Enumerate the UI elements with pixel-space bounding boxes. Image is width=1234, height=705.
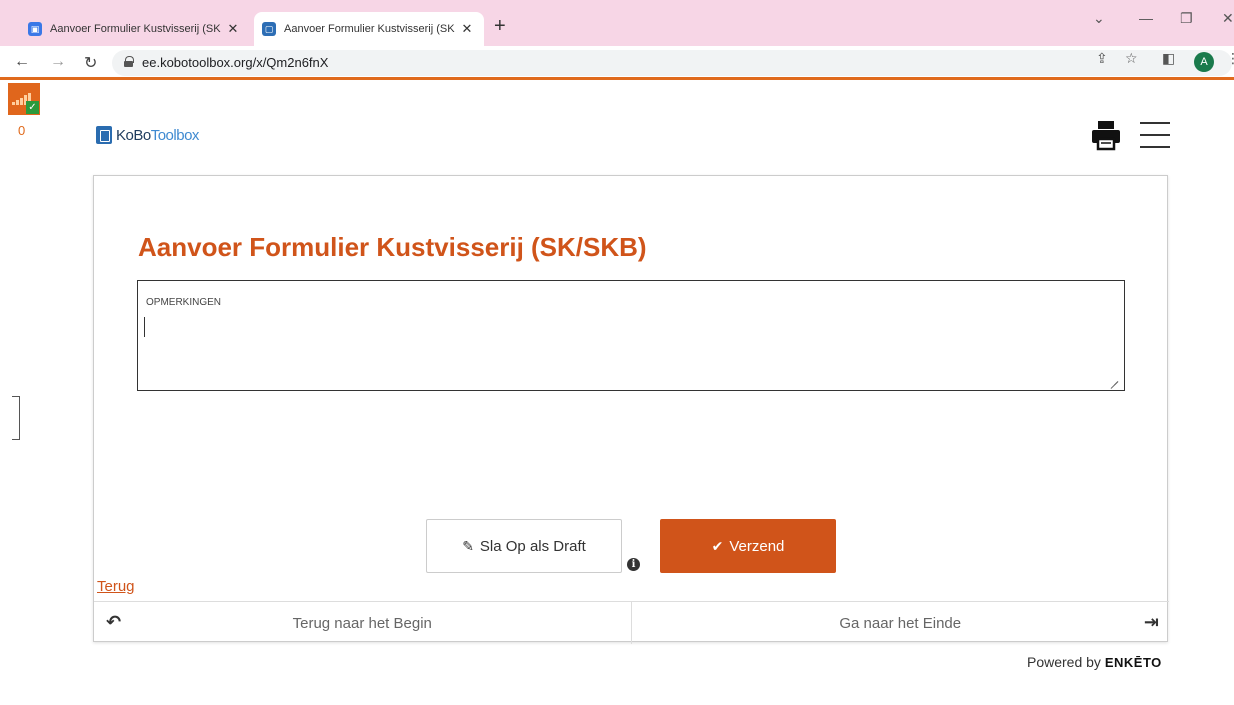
profile-avatar[interactable]: A — [1194, 52, 1214, 72]
nav-last-label: Ga naar het Einde — [839, 614, 962, 632]
submit-label: Verzend — [729, 537, 785, 555]
form-title: Aanvoer Formulier Kustvisserij (SK/SKB) — [138, 232, 647, 262]
powered-by: Powered by ENKĒTO — [1027, 654, 1162, 670]
arrow-to-end-icon: ⇥ — [1143, 612, 1159, 632]
browser-tab-active[interactable]: ▢ Aanvoer Formulier Kustvisserij (SK ✕ — [254, 12, 484, 46]
submit-button[interactable]: ✔ Verzend — [660, 519, 836, 573]
nav-first-label: Terug naar het Begin — [292, 614, 432, 632]
pencil-icon: ✎ — [462, 537, 474, 554]
reload-icon[interactable]: ↻ — [84, 53, 97, 73]
logo-text-kobo: KoBo — [116, 126, 151, 144]
tab-title: Aanvoer Formulier Kustvisserij (SK — [284, 23, 455, 35]
undo-arrow-icon: ↶ — [106, 612, 122, 632]
powered-by-text: Powered by — [1027, 654, 1101, 670]
share-icon[interactable]: ⇪ — [1096, 50, 1108, 67]
check-icon: ✔ — [711, 537, 724, 554]
tab-title: Aanvoer Formulier Kustvisserij (SK — [50, 23, 221, 35]
print-icon[interactable] — [1090, 119, 1122, 151]
new-tab-button[interactable]: + — [494, 14, 506, 38]
tab-close-icon[interactable]: ✕ — [224, 21, 242, 37]
minimize-icon[interactable]: — — [1139, 10, 1153, 26]
kobo-logo: KoBo Toolbox — [96, 126, 199, 144]
back-icon[interactable]: ← — [14, 53, 30, 71]
text-caret — [144, 317, 145, 337]
restore-icon[interactable]: ❐ — [1180, 10, 1193, 27]
kobo-logo-icon — [96, 126, 112, 144]
menu-hamburger-icon[interactable] — [1140, 122, 1170, 148]
question-label: OPMERKINGEN — [146, 297, 222, 308]
back-link[interactable]: Terug — [97, 578, 135, 595]
url-field[interactable]: ee.kobotoolbox.org/x/Qm2n6fnX — [112, 50, 1232, 76]
logo-text-toolbox: Toolbox — [150, 126, 200, 144]
form-footer-nav: ↶ Terug naar het Begin Ga naar het Einde… — [94, 601, 1170, 644]
nav-first-button[interactable]: ↶ Terug naar het Begin — [94, 602, 632, 644]
tab-close-icon[interactable]: ✕ — [458, 21, 476, 37]
save-draft-label: Sla Op als Draft — [479, 537, 586, 555]
address-bar: ← → ↻ ee.kobotoolbox.org/x/Qm2n6fnX ⇪ ☆ … — [0, 46, 1234, 80]
favicon-icon: ▢ — [262, 22, 276, 36]
queue-counter: 0 — [18, 123, 26, 138]
resize-grip-icon[interactable] — [1110, 374, 1118, 382]
check-icon: ✓ — [26, 101, 39, 114]
tab-search-icon[interactable]: ⌄ — [1093, 10, 1105, 27]
save-draft-button[interactable]: ✎ Sla Op als Draft — [426, 519, 622, 573]
browser-tab-bar: ▣ Aanvoer Formulier Kustvisserij (SK ✕ ▢… — [0, 0, 1234, 46]
side-bracket-decoration — [12, 396, 20, 440]
forward-icon[interactable]: → — [50, 53, 66, 71]
enketo-brand: ENKĒTO — [1104, 655, 1162, 670]
lock-icon — [124, 56, 134, 67]
form-card: Aanvoer Formulier Kustvisserij (SK/SKB) … — [93, 175, 1170, 644]
info-icon[interactable]: i — [627, 558, 640, 571]
close-window-icon[interactable]: ✕ — [1222, 10, 1234, 27]
opmerkingen-textarea[interactable]: OPMERKINGEN — [137, 280, 1125, 391]
side-panel-icon[interactable]: ◧ — [1162, 50, 1175, 67]
queue-status-icon[interactable]: ✓ — [8, 83, 40, 115]
browser-tab[interactable]: ▣ Aanvoer Formulier Kustvisserij (SK ✕ — [22, 12, 250, 46]
favicon-icon: ▣ — [28, 22, 42, 36]
menu-dots-icon[interactable]: ⋮ — [1226, 50, 1234, 67]
bookmark-star-icon[interactable]: ☆ — [1125, 50, 1138, 67]
url-text: ee.kobotoolbox.org/x/Qm2n6fnX — [142, 55, 329, 70]
nav-last-button[interactable]: Ga naar het Einde ⇥ — [632, 602, 1170, 644]
